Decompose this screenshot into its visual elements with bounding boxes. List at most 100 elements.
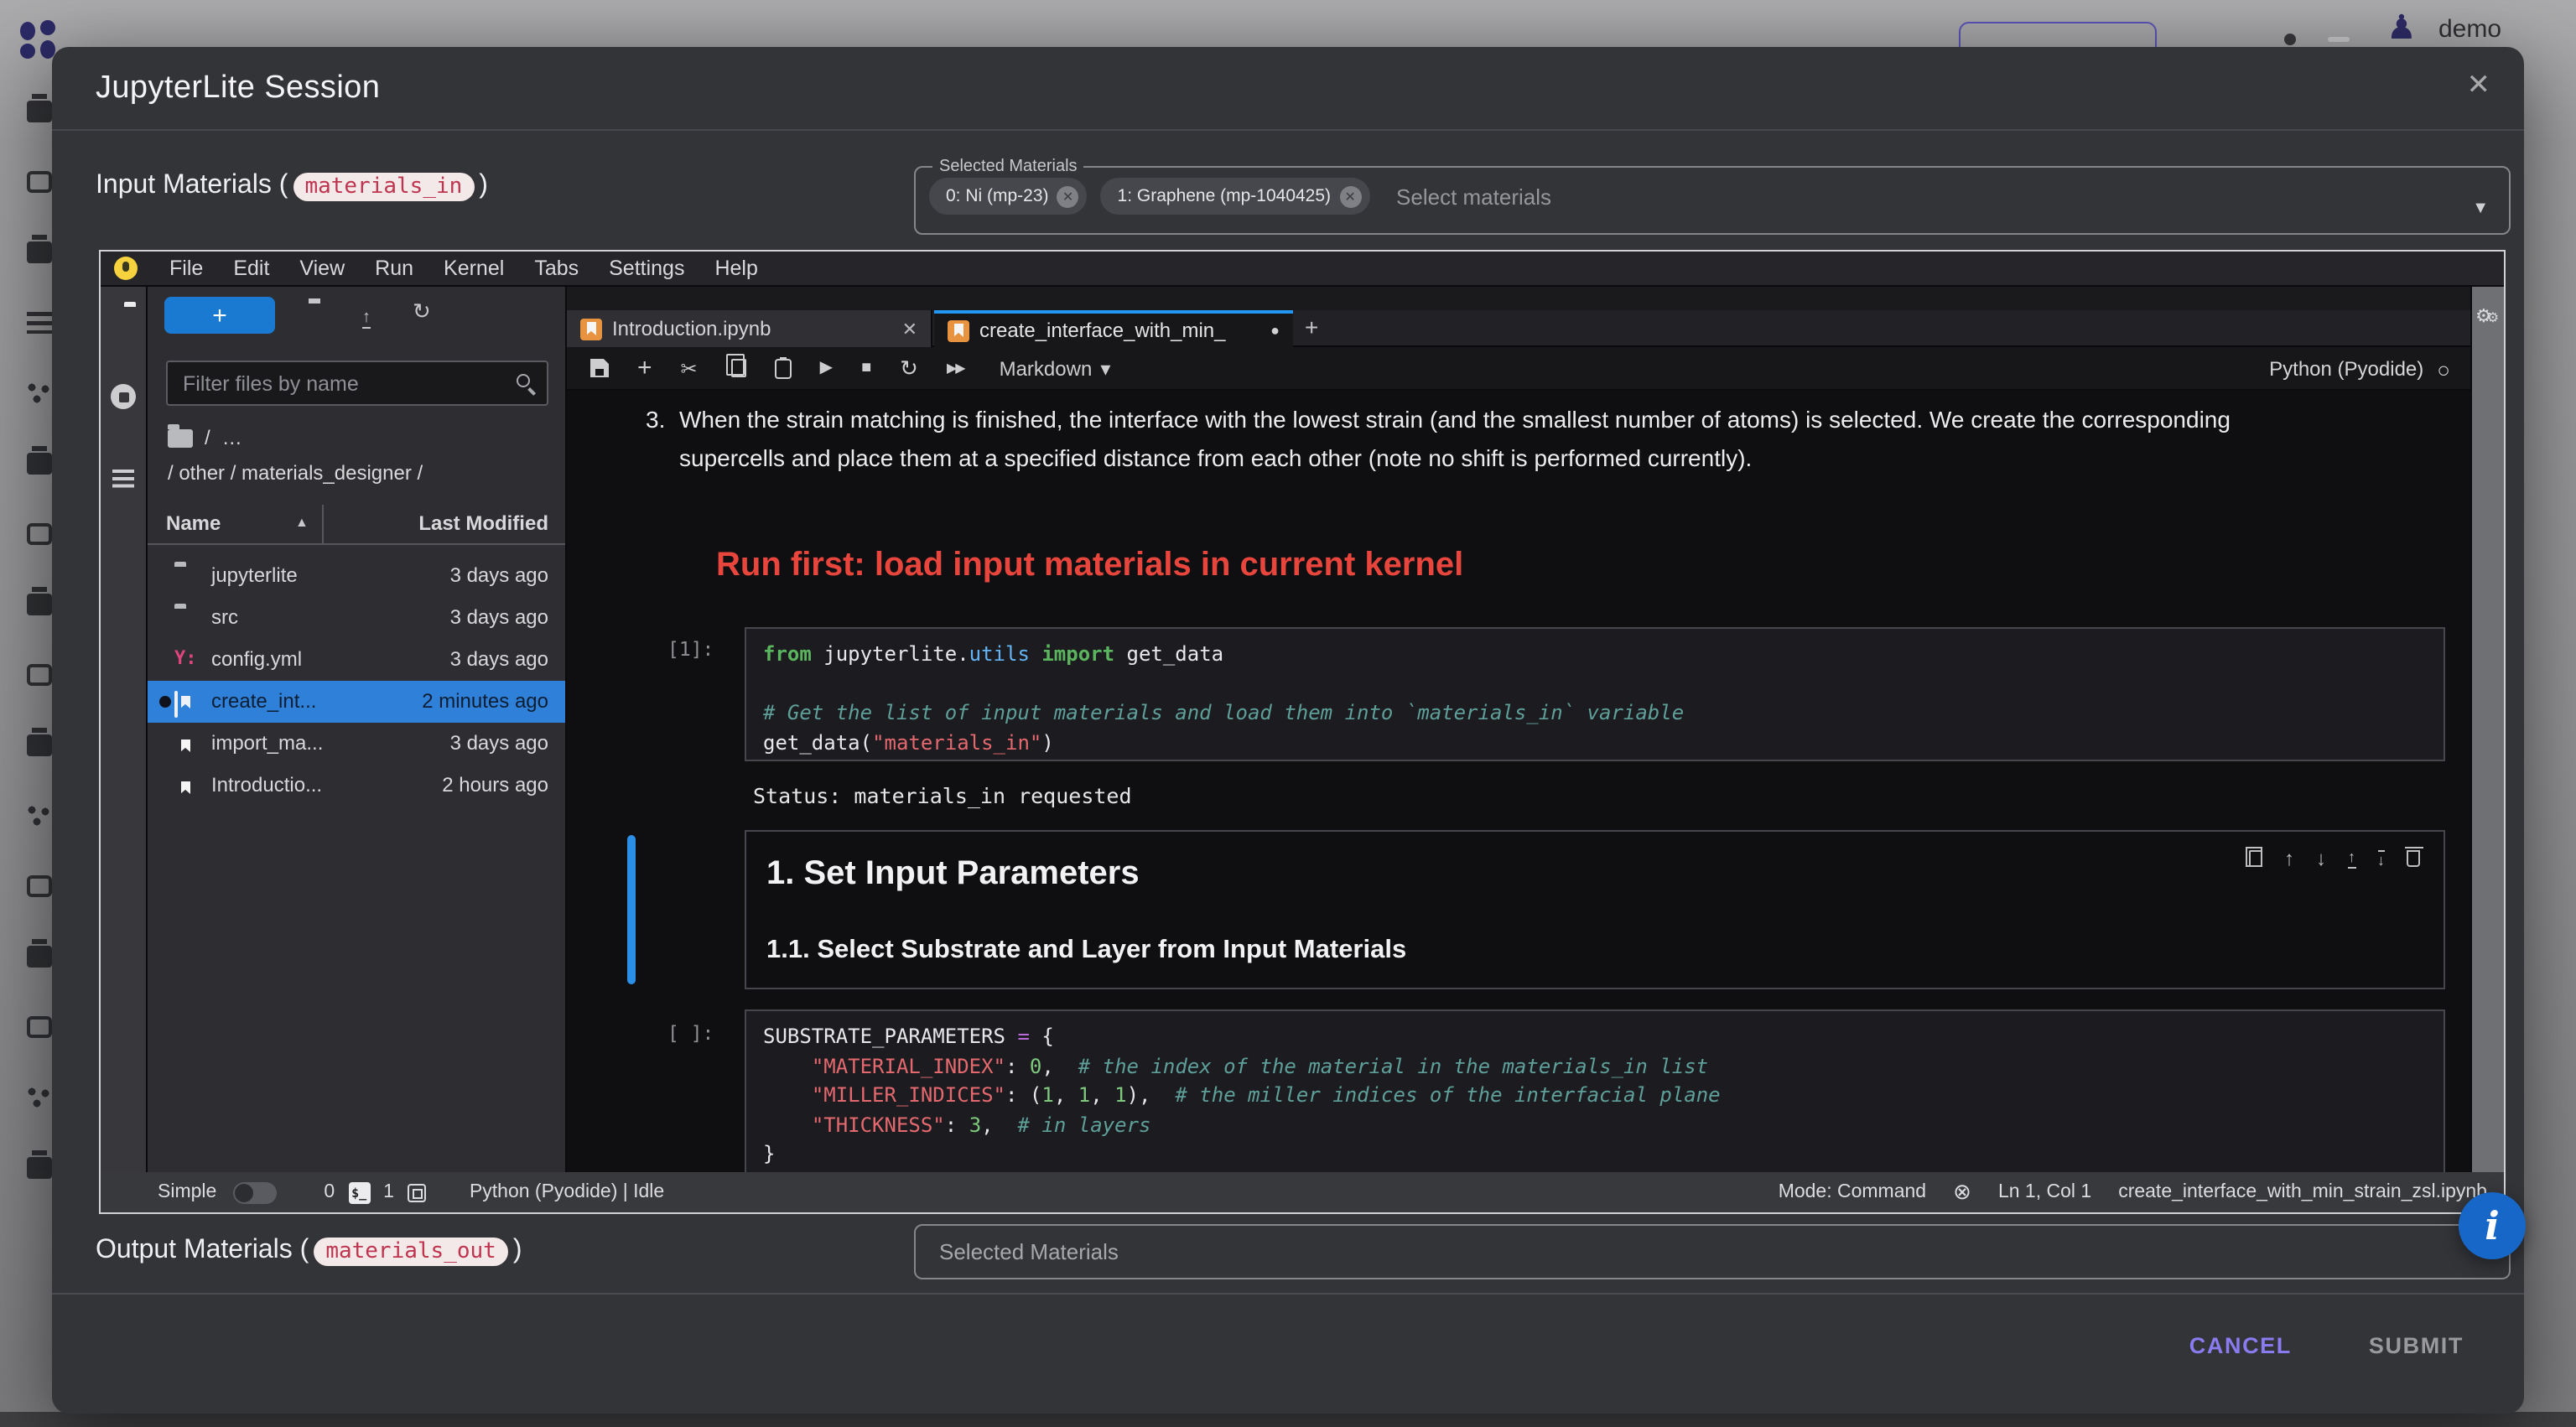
input-materials-text: Input Materials ( xyxy=(96,171,288,201)
cell1-output: Status: materials_in requested xyxy=(753,783,1132,808)
menu-file[interactable]: File xyxy=(154,257,218,280)
select-materials-placeholder: Select materials xyxy=(1396,184,1551,209)
notebook-content[interactable]: 3. When the strain matching is finished,… xyxy=(567,391,2470,1172)
add-cell-icon[interactable]: + xyxy=(637,359,652,377)
menu-run[interactable]: Run xyxy=(360,257,428,280)
cancel-button[interactable]: CANCEL xyxy=(2189,1333,2292,1358)
tab-introduction[interactable]: Introduction.ipynb ✕ xyxy=(567,310,932,347)
tab-bar: Introduction.ipynb ✕ create_interface_wi… xyxy=(567,310,2470,347)
file-row-jupyterlite[interactable]: jupyterlite 3 days ago xyxy=(148,555,565,597)
markdown-cell-selected[interactable]: 1. Set Input Parameters 1.1. Select Subs… xyxy=(745,830,2445,989)
column-name[interactable]: Name xyxy=(166,511,221,535)
run-icon[interactable]: ▶ xyxy=(820,359,833,377)
section-heading: 1. Set Input Parameters xyxy=(766,855,1140,894)
output-select-label: Selected Materials xyxy=(939,1239,1119,1264)
code-cell-1[interactable]: from jupyterlite.utils import get_data #… xyxy=(745,627,2445,761)
home-folder-icon[interactable] xyxy=(168,428,193,447)
chip-remove-icon[interactable]: ✕ xyxy=(1339,185,1361,207)
chip-remove-icon[interactable]: ✕ xyxy=(1057,185,1079,207)
cursor-position[interactable]: Ln 1, Col 1 xyxy=(1998,1182,2091,1202)
close-icon[interactable]: ✕ xyxy=(2467,69,2491,102)
file-row-import-material[interactable]: import_ma... 3 days ago xyxy=(148,723,565,765)
file-browser-panel: + ↑ ↻ / … / other / materials_designer / xyxy=(148,287,567,1172)
command-mode[interactable]: Mode: Command xyxy=(1779,1182,1926,1202)
terminals-count[interactable]: 0 xyxy=(324,1182,335,1202)
help-wheel-icon xyxy=(26,1016,51,1038)
jupyterlite-app: File Edit View Run Kernel Tabs Settings … xyxy=(99,250,2506,1214)
tab-close-icon[interactable]: ✕ xyxy=(902,318,917,340)
markdown-list-item[interactable]: 3. When the strain matching is finished,… xyxy=(646,401,2306,478)
tab-create-interface[interactable]: create_interface_with_min_ ● xyxy=(934,310,1293,347)
breadcrumb[interactable]: / … xyxy=(168,426,242,449)
kernel-status[interactable]: Python (Pyodide) | Idle xyxy=(470,1182,664,1202)
refresh-icon[interactable]: ↻ xyxy=(413,300,431,324)
table-of-contents-icon[interactable] xyxy=(112,470,134,488)
delete-cell-icon[interactable] xyxy=(2407,850,2420,867)
code-line: get_data("materials_in") xyxy=(763,729,2427,758)
input-materials-select[interactable]: Selected Materials 0: Ni (mp-23) ✕ 1: Gr… xyxy=(914,158,2511,235)
kernels-count[interactable]: 1 xyxy=(383,1182,394,1202)
unsaved-dot-icon[interactable]: ● xyxy=(1270,322,1280,339)
restart-kernel-icon[interactable]: ↻ xyxy=(900,355,918,381)
filter-files-input[interactable] xyxy=(168,362,486,404)
column-last-modified[interactable]: Last Modified xyxy=(418,511,548,535)
file-row-introduction[interactable]: Introductio... 2 hours ago xyxy=(148,765,565,807)
file-list-header[interactable]: Name ▲ Last Modified xyxy=(148,505,565,545)
simple-mode-toggle[interactable] xyxy=(233,1181,277,1203)
file-row-config[interactable]: Y: config.yml 3 days ago xyxy=(148,639,565,681)
property-inspector-gears-icon[interactable]: ⚙⚙ xyxy=(2475,300,2499,330)
file-row-create-interface[interactable]: create_int... 2 minutes ago xyxy=(148,681,565,723)
running-dot-icon xyxy=(159,696,171,708)
stop-icon[interactable]: ■ xyxy=(861,359,871,377)
tab-label: create_interface_with_min_ xyxy=(979,319,1260,342)
bank-icon xyxy=(26,734,51,756)
menu-settings[interactable]: Settings xyxy=(594,257,699,280)
move-cell-down-icon[interactable]: ↓ xyxy=(2316,847,2326,870)
breadcrumb-ellipsis[interactable]: … xyxy=(222,426,242,449)
dropdown-arrow-icon[interactable]: ▼ xyxy=(2472,200,2489,218)
new-tab-icon[interactable]: + xyxy=(1305,314,1318,340)
code-cell-2[interactable]: SUBSTRATE_PARAMETERS = { "MATERIAL_INDEX… xyxy=(745,1009,2445,1172)
notebook-toolbar: + ✂ ▶ ■ ↻ ▶▶ Markdown ▾ Python (P xyxy=(567,347,2470,391)
run-first-heading[interactable]: Run first: load input materials in curre… xyxy=(716,547,1463,585)
menu-tabs[interactable]: Tabs xyxy=(519,257,594,280)
new-launcher-button[interactable]: + xyxy=(164,297,275,334)
menu-help[interactable]: Help xyxy=(699,257,772,280)
insert-cell-below-icon[interactable]: ↓ xyxy=(2377,849,2385,868)
move-cell-up-icon[interactable]: ↑ xyxy=(2284,847,2294,870)
cut-icon[interactable]: ✂ xyxy=(681,356,698,380)
session-counts[interactable]: 0 $_ 1 xyxy=(324,1181,426,1203)
filter-files-field[interactable] xyxy=(166,361,548,406)
paste-icon[interactable] xyxy=(775,358,792,378)
save-icon[interactable] xyxy=(590,359,609,377)
file-row-src[interactable]: src 3 days ago xyxy=(148,597,565,639)
output-materials-text: Output Materials ( xyxy=(96,1236,309,1266)
code-line xyxy=(763,670,2427,699)
cell-toolbar: ↑ ↓ ↑ ↓ xyxy=(2244,847,2420,870)
status-right: Mode: Command ⊗ Ln 1, Col 1 create_inter… xyxy=(1779,1179,2504,1206)
breadcrumb-path[interactable]: / other / materials_designer / xyxy=(168,461,423,485)
file-name: import_ma... xyxy=(211,731,323,755)
duplicate-cell-icon[interactable] xyxy=(2249,850,2262,867)
active-filename: create_interface_with_min_strain_zsl.ipy… xyxy=(2118,1182,2487,1202)
output-materials-suffix: ) xyxy=(513,1236,522,1266)
menu-view[interactable]: View xyxy=(284,257,360,280)
code-line: "MILLER_INDICES": (1, 1, 1), # the mille… xyxy=(763,1082,2427,1111)
copy-icon[interactable] xyxy=(731,359,746,377)
menu-edit[interactable]: Edit xyxy=(218,257,284,280)
insert-cell-above-icon[interactable]: ↑ xyxy=(2348,849,2355,868)
menu-kernel[interactable]: Kernel xyxy=(428,257,519,280)
sort-asc-icon: ▲ xyxy=(295,515,309,530)
selected-cell-bar[interactable] xyxy=(627,835,636,984)
cell-type-dropdown[interactable]: Markdown ▾ xyxy=(1000,356,1111,380)
running-kernels-icon[interactable] xyxy=(111,384,136,409)
material-chip[interactable]: 0: Ni (mp-23) ✕ xyxy=(929,178,1088,215)
kernel-indicator[interactable]: Python (Pyodide) ○ xyxy=(2269,347,2450,391)
upload-icon[interactable]: ↑ xyxy=(362,304,371,327)
output-materials-select[interactable]: Selected Materials ▼ xyxy=(914,1224,2511,1279)
breadcrumb-root[interactable]: / xyxy=(205,426,210,449)
info-fab-button[interactable]: i xyxy=(2459,1192,2526,1259)
restart-run-all-icon[interactable]: ▶▶ xyxy=(947,361,964,376)
material-chip[interactable]: 1: Graphene (mp-1040425) ✕ xyxy=(1101,178,1370,215)
submit-button[interactable]: SUBMIT xyxy=(2369,1333,2464,1358)
